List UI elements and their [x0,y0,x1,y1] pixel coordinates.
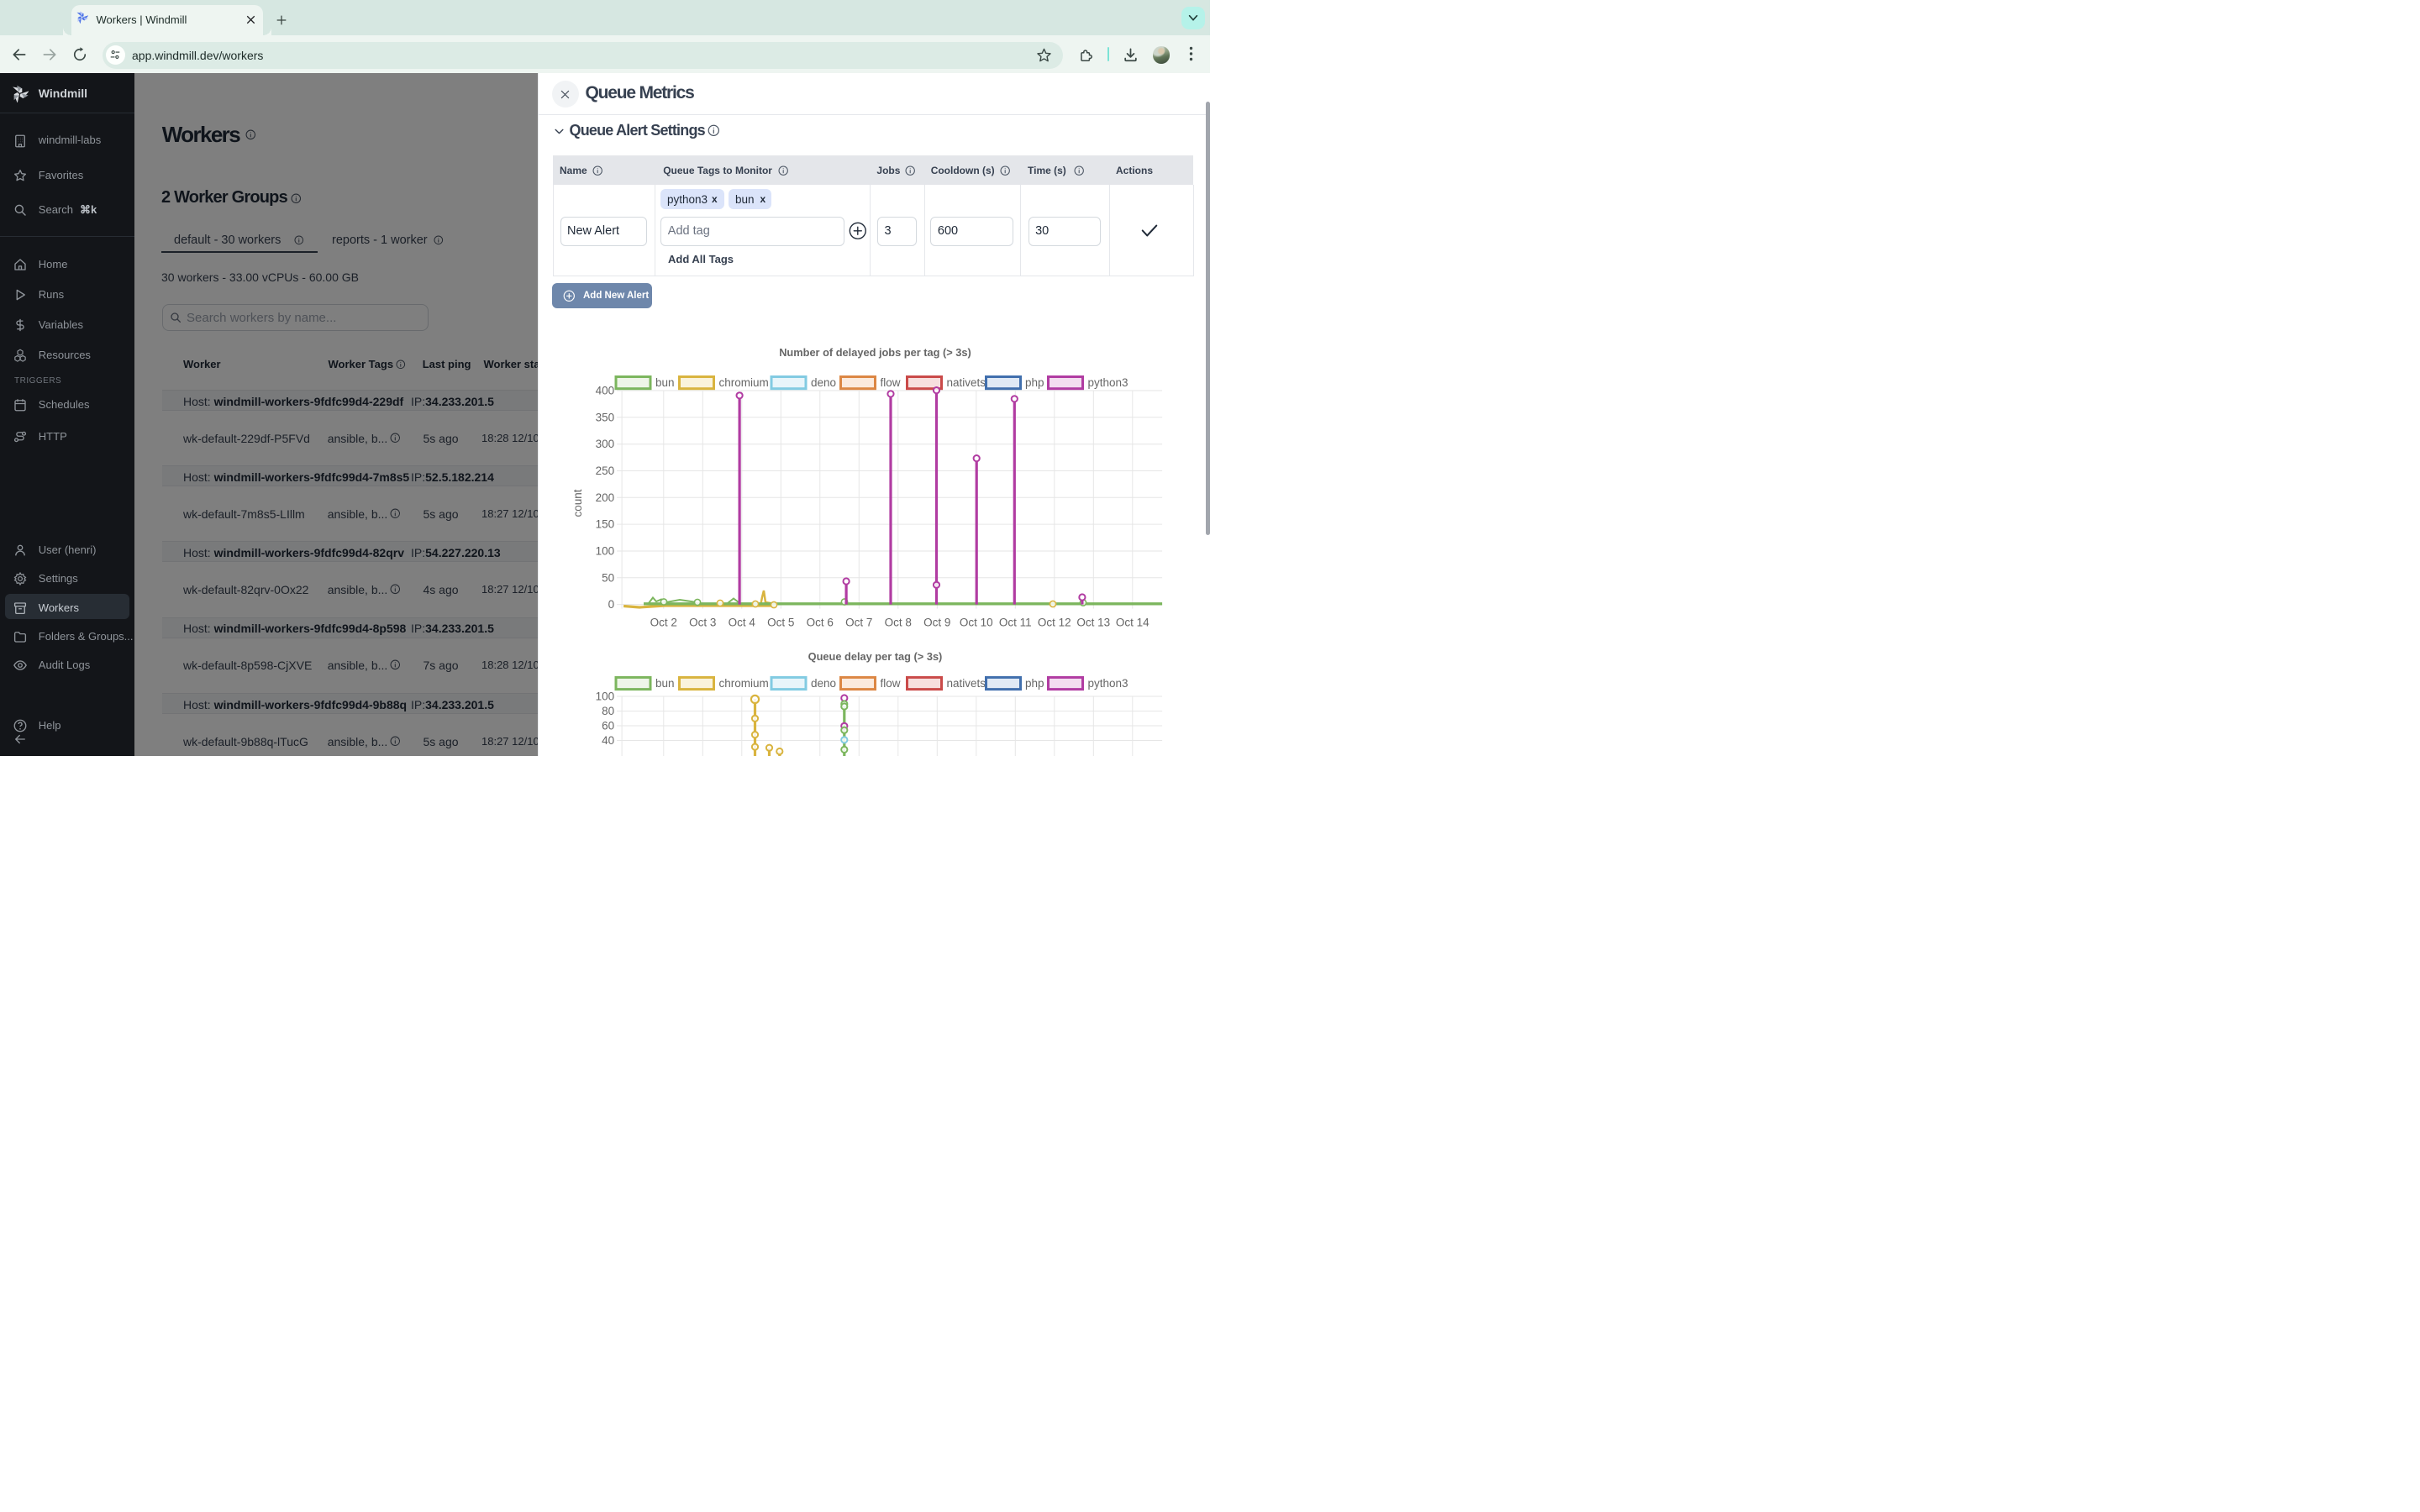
svg-text:count: count [571,489,584,517]
svg-text:Queue delay per tag (> 3s): Queue delay per tag (> 3s) [808,650,942,663]
svg-text:nativets: nativets [946,376,986,389]
svg-text:100: 100 [595,690,614,703]
svg-text:nativets: nativets [946,677,986,690]
svg-text:Oct 4: Oct 4 [728,617,755,629]
svg-text:400: 400 [595,385,614,397]
svg-text:Oct 10: Oct 10 [959,617,992,629]
svg-text:chromium: chromium [718,376,768,389]
svg-text:deno: deno [811,376,836,389]
svg-text:Oct 5: Oct 5 [767,617,794,629]
svg-text:Oct 12: Oct 12 [1037,617,1071,629]
svg-text:80: 80 [602,705,614,717]
svg-text:Oct 11: Oct 11 [998,617,1031,629]
svg-text:deno: deno [811,677,836,690]
svg-text:350: 350 [595,411,614,423]
svg-text:chromium: chromium [718,677,768,690]
svg-text:50: 50 [602,571,614,584]
svg-text:Oct 7: Oct 7 [845,617,872,629]
svg-text:Oct 6: Oct 6 [806,617,833,629]
svg-text:flow: flow [880,376,900,389]
svg-text:60: 60 [602,720,614,732]
svg-text:100: 100 [595,545,614,558]
svg-text:200: 200 [595,491,614,504]
svg-text:300: 300 [595,438,614,450]
svg-text:Oct 8: Oct 8 [884,617,911,629]
svg-text:php: php [1025,677,1044,690]
svg-text:40: 40 [602,734,614,747]
svg-text:Oct 13: Oct 13 [1076,617,1110,629]
svg-text:250: 250 [595,465,614,477]
svg-text:python3: python3 [1087,677,1128,690]
svg-text:Oct 3: Oct 3 [689,617,716,629]
svg-text:php: php [1025,376,1044,389]
svg-text:flow: flow [880,677,900,690]
svg-text:Oct 2: Oct 2 [650,617,676,629]
svg-text:0: 0 [608,598,614,611]
svg-text:bun: bun [655,677,675,690]
svg-text:Oct 14: Oct 14 [1115,617,1149,629]
svg-text:python3: python3 [1087,376,1128,389]
svg-text:bun: bun [655,376,675,389]
svg-text:Number of delayed jobs per tag: Number of delayed jobs per tag (> 3s) [779,346,971,359]
svg-text:Oct 9: Oct 9 [923,617,950,629]
svg-text:150: 150 [595,518,614,531]
